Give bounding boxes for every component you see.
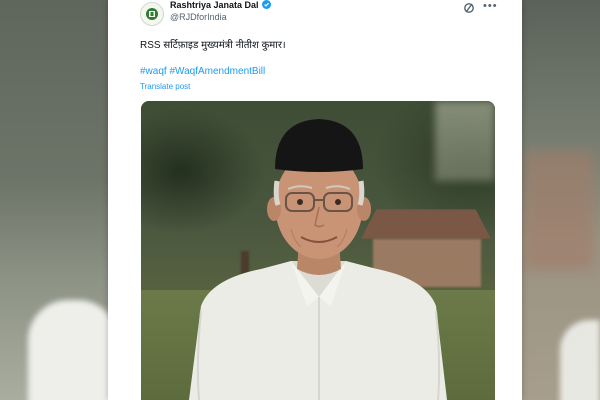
tweet-card: Rashtriya Janata Dal @RJDforIndia ••• RS…: [108, 0, 522, 400]
more-options-icon[interactable]: •••: [483, 0, 498, 12]
verified-badge-icon: [261, 0, 271, 9]
grok-icon[interactable]: [463, 2, 475, 14]
author-name-text[interactable]: Rashtriya Janata Dal: [170, 0, 259, 10]
tweet-text: RSS सर्टिफ़ाइड मुख्यमंत्री नीतीश कुमार।: [140, 40, 286, 51]
background-hut-blur: [524, 150, 594, 270]
hashtag-link[interactable]: #waqf: [140, 66, 167, 77]
background-shirt-blur-left: [28, 300, 118, 400]
author-handle[interactable]: @RJDforIndia: [170, 12, 227, 22]
person-figure: [189, 119, 447, 400]
background-shirt-blur-right: [560, 320, 600, 400]
tweet-image[interactable]: [141, 101, 495, 400]
author-avatar[interactable]: [140, 2, 164, 26]
tweet-hashtags: #waqf #WaqfAmendmentBill: [140, 66, 265, 77]
translate-post-link[interactable]: Translate post: [140, 82, 190, 91]
party-logo-icon: [146, 8, 158, 20]
author-name[interactable]: Rashtriya Janata Dal: [170, 0, 271, 10]
hashtag-link[interactable]: #WaqfAmendmentBill: [169, 66, 265, 77]
